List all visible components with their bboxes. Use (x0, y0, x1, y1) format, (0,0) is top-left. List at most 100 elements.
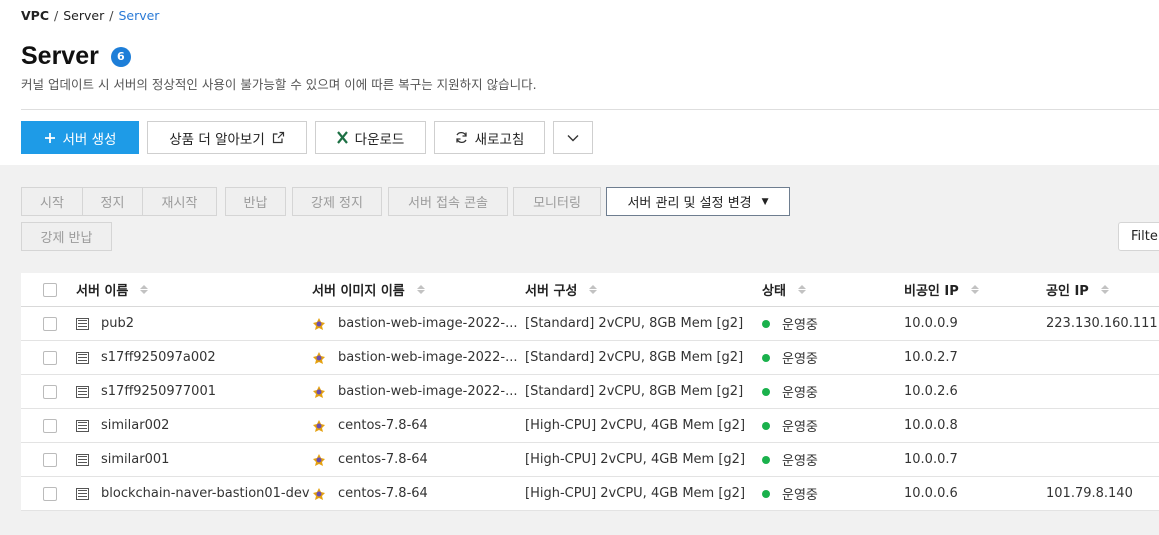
server-actions-row2: 강제 반납 (21, 222, 112, 251)
server-state-cell: 운영중 (762, 307, 818, 340)
server-state-cell: 운영중 (762, 477, 818, 510)
status-running-dot (762, 489, 770, 498)
return-button[interactable]: 반납 (225, 187, 286, 216)
server-icon (76, 385, 89, 398)
server-state: 운영중 (782, 454, 818, 469)
server-image-name: bastion-web-image-2022-... (338, 350, 518, 365)
server-image-name: bastion-web-image-2022-... (338, 384, 518, 399)
more-options-button[interactable] (553, 121, 593, 154)
row-checkbox[interactable] (43, 350, 57, 365)
row-checkbox[interactable] (43, 384, 57, 399)
table-row[interactable]: blockchain-naver-bastion01-dev centos-7.… (21, 477, 1159, 511)
server-icon (76, 351, 89, 364)
table-row[interactable]: s17ff9250977001 bastion-web-image-2022-.… (21, 375, 1159, 409)
server-icon (76, 419, 89, 432)
image-icon (313, 419, 325, 432)
server-image-name: centos-7.8-64 (338, 418, 428, 433)
breadcrumb-vpc[interactable]: VPC (21, 8, 49, 23)
table-row[interactable]: similar002 centos-7.8-64 [High-CPU] 2vCP… (21, 409, 1159, 443)
select-all-checkbox-cell (43, 273, 57, 306)
server-spec: [Standard] 2vCPU, 8GB Mem [g2] (525, 316, 744, 331)
private-ip: 10.0.2.7 (904, 350, 958, 365)
server-name: pub2 (101, 316, 135, 331)
private-ip: 10.0.0.6 (904, 486, 958, 501)
breadcrumb-server[interactable]: Server (63, 8, 104, 23)
server-name-cell: s17ff9250977001 (76, 375, 216, 408)
server-state-cell: 운영중 (762, 409, 818, 442)
server-image-cell: bastion-web-image-2022-... (312, 307, 518, 340)
server-name: s17ff9250977001 (101, 384, 216, 399)
sort-icon (797, 285, 806, 294)
server-state-cell: 운영중 (762, 341, 818, 374)
table-header: 서버 이름 서버 이미지 이름 서버 구성 상태 비공인 IP 공인 IP (21, 273, 1159, 307)
server-spec: [High-CPU] 2vCPU, 4GB Mem [g2] (525, 418, 746, 433)
column-header-public-ip[interactable]: 공인 IP (1046, 273, 1109, 306)
server-state: 운영중 (782, 420, 818, 435)
server-manage-dropdown[interactable]: 서버 관리 및 설정 변경 ▼ (606, 187, 790, 216)
filter-input[interactable]: Filter (1118, 222, 1159, 251)
sort-icon (1100, 285, 1109, 294)
column-header-image[interactable]: 서버 이미지 이름 (312, 273, 425, 306)
sort-icon (416, 285, 425, 294)
page-title: Server (21, 42, 99, 70)
server-name: similar002 (101, 418, 170, 433)
private-ip: 10.0.0.9 (904, 316, 958, 331)
chevron-down-icon (567, 130, 579, 146)
column-header-spec[interactable]: 서버 구성 (525, 273, 598, 306)
status-running-dot (762, 387, 770, 396)
column-header-state[interactable]: 상태 (762, 273, 806, 306)
plus-icon (44, 132, 56, 144)
caret-down-icon: ▼ (761, 196, 769, 207)
status-running-dot (762, 421, 770, 430)
column-header-private-ip[interactable]: 비공인 IP (904, 273, 979, 306)
breadcrumb-separator: / (54, 8, 59, 23)
row-checkbox[interactable] (43, 316, 57, 331)
select-all-checkbox[interactable] (43, 282, 57, 297)
column-header-private-ip-label: 비공인 IP (904, 284, 959, 299)
stop-button[interactable]: 정지 (83, 187, 143, 216)
server-state-cell: 운영중 (762, 375, 818, 408)
server-name-cell: pub2 (76, 307, 134, 340)
column-header-state-label: 상태 (762, 284, 786, 299)
column-header-public-ip-label: 공인 IP (1046, 284, 1089, 299)
create-server-button[interactable]: 서버 생성 (21, 121, 139, 154)
download-label: 다운로드 (354, 131, 405, 148)
download-button[interactable]: 다운로드 (315, 121, 426, 154)
row-checkbox[interactable] (43, 452, 57, 467)
monitoring-button[interactable]: 모니터링 (513, 187, 601, 216)
force-return-button[interactable]: 강제 반납 (21, 222, 112, 251)
table-row[interactable]: pub2 bastion-web-image-2022-... [Standar… (21, 307, 1159, 341)
server-state: 운영중 (782, 318, 818, 333)
create-server-label: 서버 생성 (62, 131, 117, 148)
row-checkbox[interactable] (43, 486, 57, 501)
restart-button[interactable]: 재시작 (143, 187, 217, 216)
server-state: 운영중 (782, 352, 818, 367)
breadcrumb: VPC / Server / Server (21, 8, 159, 23)
column-header-name[interactable]: 서버 이름 (76, 273, 149, 306)
server-table: 서버 이름 서버 이미지 이름 서버 구성 상태 비공인 IP 공인 IP pu (21, 273, 1159, 511)
sort-icon (140, 285, 149, 294)
image-icon (313, 351, 325, 364)
table-row[interactable]: s17ff925097a002 bastion-web-image-2022-.… (21, 341, 1159, 375)
start-button[interactable]: 시작 (21, 187, 83, 216)
column-header-image-label: 서버 이미지 이름 (312, 284, 405, 299)
server-image-cell: bastion-web-image-2022-... (312, 375, 518, 408)
server-name: similar001 (101, 452, 170, 467)
breadcrumb-current: Server (118, 8, 160, 23)
image-icon (313, 453, 325, 466)
sort-icon (589, 285, 598, 294)
server-name-cell: similar001 (76, 443, 169, 476)
image-icon (313, 385, 325, 398)
server-spec: [Standard] 2vCPU, 8GB Mem [g2] (525, 350, 744, 365)
row-checkbox[interactable] (43, 418, 57, 433)
server-image-name: bastion-web-image-2022-... (338, 316, 518, 331)
refresh-label: 새로고침 (474, 131, 525, 148)
refresh-button[interactable]: 새로고침 (434, 121, 545, 154)
learn-more-label: 상품 더 알아보기 (169, 131, 265, 148)
external-link-icon (272, 131, 285, 144)
server-console-button[interactable]: 서버 접속 콘솔 (388, 187, 508, 216)
table-row[interactable]: similar001 centos-7.8-64 [High-CPU] 2vCP… (21, 443, 1159, 477)
force-stop-button[interactable]: 강제 정지 (292, 187, 382, 216)
server-image-cell: bastion-web-image-2022-... (312, 341, 518, 374)
learn-more-button[interactable]: 상품 더 알아보기 (147, 121, 307, 154)
